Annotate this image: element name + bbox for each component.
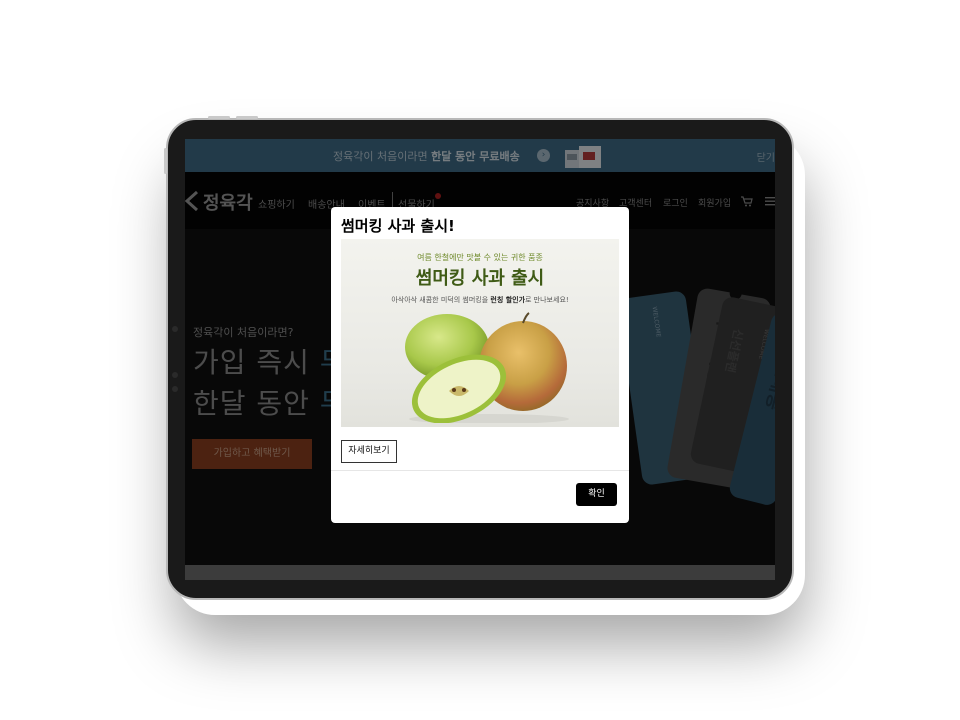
tablet-button	[164, 148, 167, 174]
detail-button[interactable]: 자세히보기	[341, 440, 397, 463]
banner-desc-bold: 런칭 할인가	[490, 296, 526, 304]
banner-kicker: 여름 한철에만 맛볼 수 있는 귀한 품종	[417, 253, 543, 262]
tablet-button	[236, 116, 258, 119]
banner-headline: 썸머킹 사과 출시	[415, 268, 545, 289]
tablet-button	[208, 116, 230, 119]
confirm-button[interactable]: 확인	[576, 483, 617, 506]
banner-desc-suffix: 로 만나보세요!	[525, 296, 569, 304]
banner-desc-prefix: 아삭아삭 새콤한 미덕의 썸머킹을	[391, 296, 491, 304]
sensor-icon	[172, 386, 178, 392]
event-modal: 썸머킹 사과 출시! 여름 한철에만 맛볼 수 있는 귀한 품종 썸머킹 사과 …	[331, 207, 629, 523]
modal-title: 썸머킹 사과 출시!	[341, 217, 455, 235]
product-banner[interactable]: 여름 한철에만 맛볼 수 있는 귀한 품종 썸머킹 사과 출시 아삭아삭 새콤한…	[341, 239, 619, 427]
modal-divider	[331, 470, 629, 471]
sensor-icon	[172, 372, 178, 378]
camera-icon	[172, 326, 178, 332]
banner-description: 아삭아삭 새콤한 미덕의 썸머킹을 런칭 할인가로 만나보세요!	[341, 295, 619, 305]
apples-image	[405, 312, 569, 423]
